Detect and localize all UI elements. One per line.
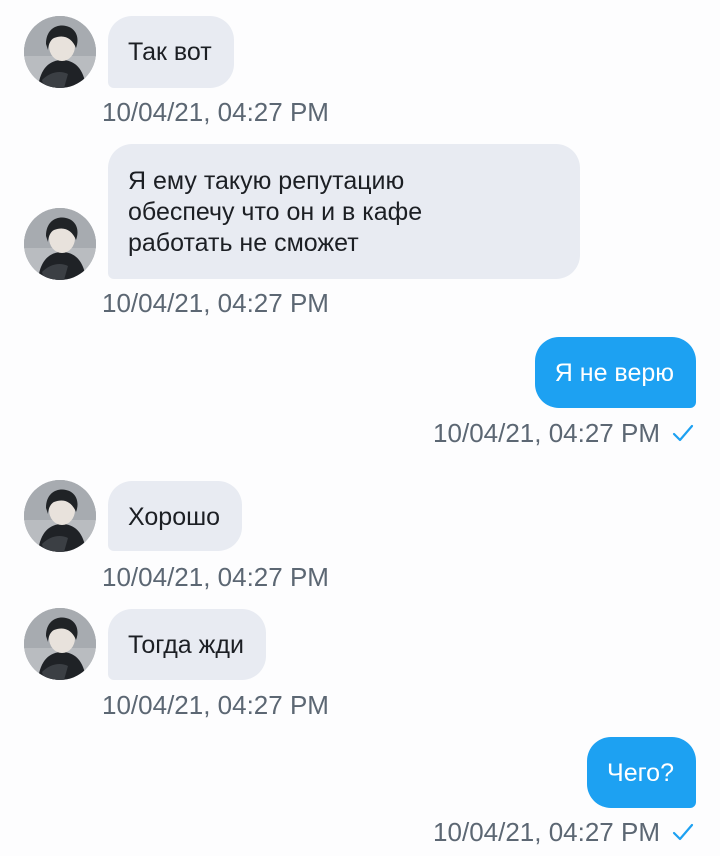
avatar-image	[24, 208, 96, 280]
chat-thread: Так вот 10/04/21, 04:27 PM Я ему такую р…	[0, 0, 720, 856]
message-text: Так вот	[128, 38, 212, 66]
message-bubble-incoming[interactable]: Я ему такую репутацию обеспечу что он и …	[108, 144, 580, 279]
message-timestamp: 10/04/21, 04:27 PM	[433, 817, 660, 847]
message-text-line: работать не сможет	[128, 229, 359, 257]
message-bubble-incoming[interactable]: Так вот	[108, 16, 234, 88]
message-bubble-outgoing[interactable]: Я не верю	[534, 337, 696, 408]
avatar-image	[24, 16, 96, 88]
avatar[interactable]	[24, 208, 96, 280]
avatar-image	[24, 480, 96, 552]
message-timestamp: 10/04/21, 04:27 PM	[433, 418, 660, 448]
avatar[interactable]	[24, 480, 96, 552]
message-text: Чего?	[607, 759, 674, 787]
message-text: Я не верю	[554, 359, 674, 387]
message-bubble-incoming[interactable]: Хорошо	[108, 481, 243, 551]
message-text: Хорошо	[128, 503, 221, 531]
check-icon	[672, 821, 694, 843]
message-text: Тогда жди	[128, 631, 244, 659]
message-text-line: обеспечу что он и в кафе	[128, 198, 423, 226]
message-timestamp: 10/04/21, 04:27 PM	[102, 690, 329, 720]
message-timestamp: 10/04/21, 04:27 PM	[102, 288, 329, 318]
avatar-image	[24, 608, 96, 680]
avatar[interactable]	[24, 16, 96, 88]
message-timestamp: 10/04/21, 04:27 PM	[102, 562, 329, 592]
check-icon	[672, 422, 694, 444]
message-bubble-outgoing[interactable]: Чего?	[587, 737, 696, 808]
avatar[interactable]	[24, 608, 96, 680]
message-bubble-incoming[interactable]: Тогда жди	[108, 609, 266, 680]
message-text-line: Я ему такую репутацию	[128, 167, 405, 195]
message-timestamp: 10/04/21, 04:27 PM	[102, 97, 329, 127]
